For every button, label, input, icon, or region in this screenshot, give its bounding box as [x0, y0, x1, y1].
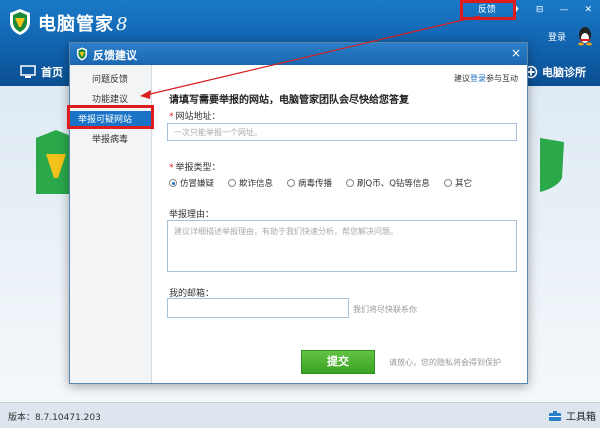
radio-dot: [169, 179, 177, 187]
radio-fraud[interactable]: 欺诈信息: [228, 177, 273, 189]
dialog-shield-icon: [77, 47, 87, 61]
toolbox-label: 工具箱: [566, 412, 596, 423]
toolbox-button[interactable]: 工具箱: [548, 408, 596, 423]
required-mark: *: [169, 112, 174, 122]
menu-icon[interactable]: ⊟: [528, 0, 552, 20]
reason-label: 举报理由：: [169, 210, 215, 220]
nav-home[interactable]: 首页: [20, 64, 63, 80]
radio-virus-spread[interactable]: 病毒传播: [287, 177, 332, 189]
email-input[interactable]: [167, 298, 349, 318]
version-label: 版本：8.7.10471.203: [8, 413, 101, 423]
email-hint: 我们将尽快联系你: [353, 305, 417, 314]
url-label: * 网站地址：: [169, 112, 221, 122]
sidebar-highlight-box: [67, 105, 154, 129]
dialog-login-link[interactable]: 登录: [470, 74, 486, 83]
app-title-mark: 8: [116, 14, 129, 35]
sidebar-item-report-virus[interactable]: 举报病毒: [70, 131, 152, 149]
dialog-title-bar: [70, 43, 527, 65]
nav-home-label: 首页: [41, 66, 63, 79]
qq-penguin-icon[interactable]: [576, 26, 594, 46]
radio-other[interactable]: 其它: [443, 177, 472, 189]
protection-shield-right-icon: [540, 138, 564, 192]
reason-textarea[interactable]: 建议详细描述举报理由，有助于我们快速分析，帮您解决问题。: [167, 220, 517, 272]
radio-dot: [287, 179, 296, 187]
feedback-dialog: 反馈建议 × 问题反馈 功能建议 举报可疑网站 举报病毒 建议登录参与互动 请填…: [67, 42, 528, 384]
login-prompt-prefix: 建议: [454, 74, 470, 83]
close-window-icon[interactable]: ✕: [576, 0, 600, 20]
required-mark: *: [169, 163, 174, 173]
nav-diagnosis[interactable]: 电脑诊所: [524, 64, 586, 80]
sidebar-item-problem-feedback[interactable]: 问题反馈: [70, 71, 152, 89]
minimize-icon[interactable]: —: [551, 0, 576, 20]
dialog-close-icon[interactable]: ×: [511, 46, 521, 60]
radio-qcoin-scam[interactable]: 刷Q币、Q钻等信息: [346, 177, 430, 189]
url-input[interactable]: 一次只能举报一个网址。: [167, 123, 517, 141]
privacy-note: 请放心，您的隐私将会得到保护: [389, 358, 501, 367]
submit-button[interactable]: 提交: [301, 350, 375, 374]
feedback-highlight-box: [460, 0, 516, 20]
radio-dot: [443, 179, 452, 187]
shield-logo-icon: [10, 9, 30, 35]
radio-dot: [346, 179, 355, 187]
toolbox-icon: [549, 410, 561, 421]
dialog-title: 反馈建议: [93, 49, 137, 62]
nav-diagnosis-label: 电脑诊所: [542, 66, 586, 79]
app-title: 电脑管家 8: [38, 14, 129, 35]
type-label: * 举报类型：: [169, 163, 221, 173]
monitor-icon: [20, 65, 36, 78]
form-heading: 请填写需要举报的网站，电脑管家团队会尽快给您答复: [169, 95, 409, 106]
login-link[interactable]: 登录: [548, 30, 566, 43]
report-type-group: 仿冒嫌疑 欺诈信息 病毒传播 刷Q币、Q钻等信息 其它: [169, 177, 486, 189]
login-prompt-suffix: 参与互动: [486, 74, 518, 83]
radio-dot: [228, 179, 237, 187]
login-prompt: 建议登录参与互动: [454, 73, 518, 84]
radio-phishing[interactable]: 仿冒嫌疑: [169, 177, 214, 189]
